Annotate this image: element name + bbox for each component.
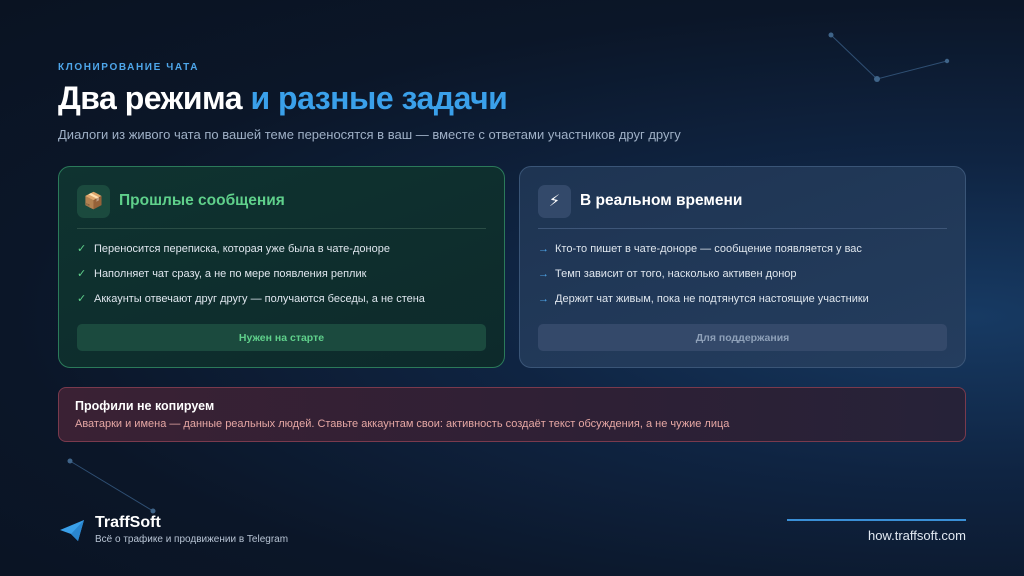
list-item: → Кто-то пишет в чате-доноре — сообщение … xyxy=(538,236,947,261)
eyebrow-label: КЛОНИРОВАНИЕ ЧАТА xyxy=(58,62,200,73)
brand-text: TraffSoft Всё о трафике и продвижении в … xyxy=(95,514,288,545)
brand-name: TraffSoft xyxy=(95,514,161,531)
list-item: → Держит чат живым, пока не подтянутся на… xyxy=(538,286,947,311)
usage-badge: Нужен на старте xyxy=(77,324,486,351)
footer-divider xyxy=(787,519,966,521)
page-subtitle: Диалоги из живого чата по вашей теме пер… xyxy=(58,127,681,142)
list-item: → Темп зависит от того, насколько активен… xyxy=(538,261,947,286)
list-item-text: Темп зависит от того, насколько активен … xyxy=(555,267,797,280)
check-icon: ✓ xyxy=(77,293,87,305)
package-icon: 📦 xyxy=(77,184,110,218)
site-url: how.traffsoft.com xyxy=(867,528,966,543)
brand-tagline: Всё о трафике и продвижении в Telegram xyxy=(95,534,289,545)
brand-block: TraffSoft Всё о трафике и продвижении в … xyxy=(58,514,288,545)
note-title: Профили не копируем xyxy=(75,399,215,413)
check-icon: ✓ xyxy=(77,243,87,255)
note-text: Аватарки и имена — данные реальных людей… xyxy=(75,418,730,430)
card-real-time: ⚡ В реальном времени → Кто-то пишет в чат… xyxy=(519,166,966,368)
list-item-text: Аккаунты отвечают друг другу — получаютс… xyxy=(94,292,425,305)
divider xyxy=(77,228,486,229)
card-header: 📦 Прошлые сообщения xyxy=(77,184,486,218)
list-item-text: Кто-то пишет в чате-доноре — сообщение п… xyxy=(555,242,862,255)
list-item-text: Переносится переписка, которая уже была … xyxy=(94,242,390,255)
lightning-icon: ⚡ xyxy=(538,184,571,218)
page-title: Два режима и разные задачи xyxy=(58,80,508,117)
card-header: ⚡ В реальном времени xyxy=(538,184,947,218)
card-title: В реальном времени xyxy=(580,192,743,209)
title-accent: и разные задачи xyxy=(250,80,508,116)
divider xyxy=(538,228,947,229)
list-item-text: Наполняет чат сразу, а не по мере появле… xyxy=(94,267,367,280)
check-icon: ✓ xyxy=(77,268,87,280)
telegram-plane-icon xyxy=(60,519,84,541)
feature-list: ✓ Переносится переписка, которая уже была… xyxy=(77,236,486,311)
list-item: ✓ Аккаунты отвечают друг другу — получают… xyxy=(77,286,486,311)
title-main: Два режима xyxy=(58,80,243,116)
list-item: ✓ Наполняет чат сразу, а не по мере появл… xyxy=(77,261,486,286)
arrow-right-icon: → xyxy=(538,242,549,255)
list-item-text: Держит чат живым, пока не подтянутся нас… xyxy=(555,292,869,305)
arrow-right-icon: → xyxy=(538,292,549,305)
feature-list: → Кто-то пишет в чате-доноре — сообщение … xyxy=(538,236,947,311)
list-item: ✓ Переносится переписка, которая уже была… xyxy=(77,236,486,261)
card-past-messages: 📦 Прошлые сообщения ✓ Переносится перепис… xyxy=(58,166,505,368)
warning-note: Профили не копируем Аватарки и имена — д… xyxy=(58,387,966,442)
card-title: Прошлые сообщения xyxy=(119,192,285,209)
arrow-right-icon: → xyxy=(538,267,549,280)
usage-badge: Для поддержания xyxy=(538,324,947,351)
